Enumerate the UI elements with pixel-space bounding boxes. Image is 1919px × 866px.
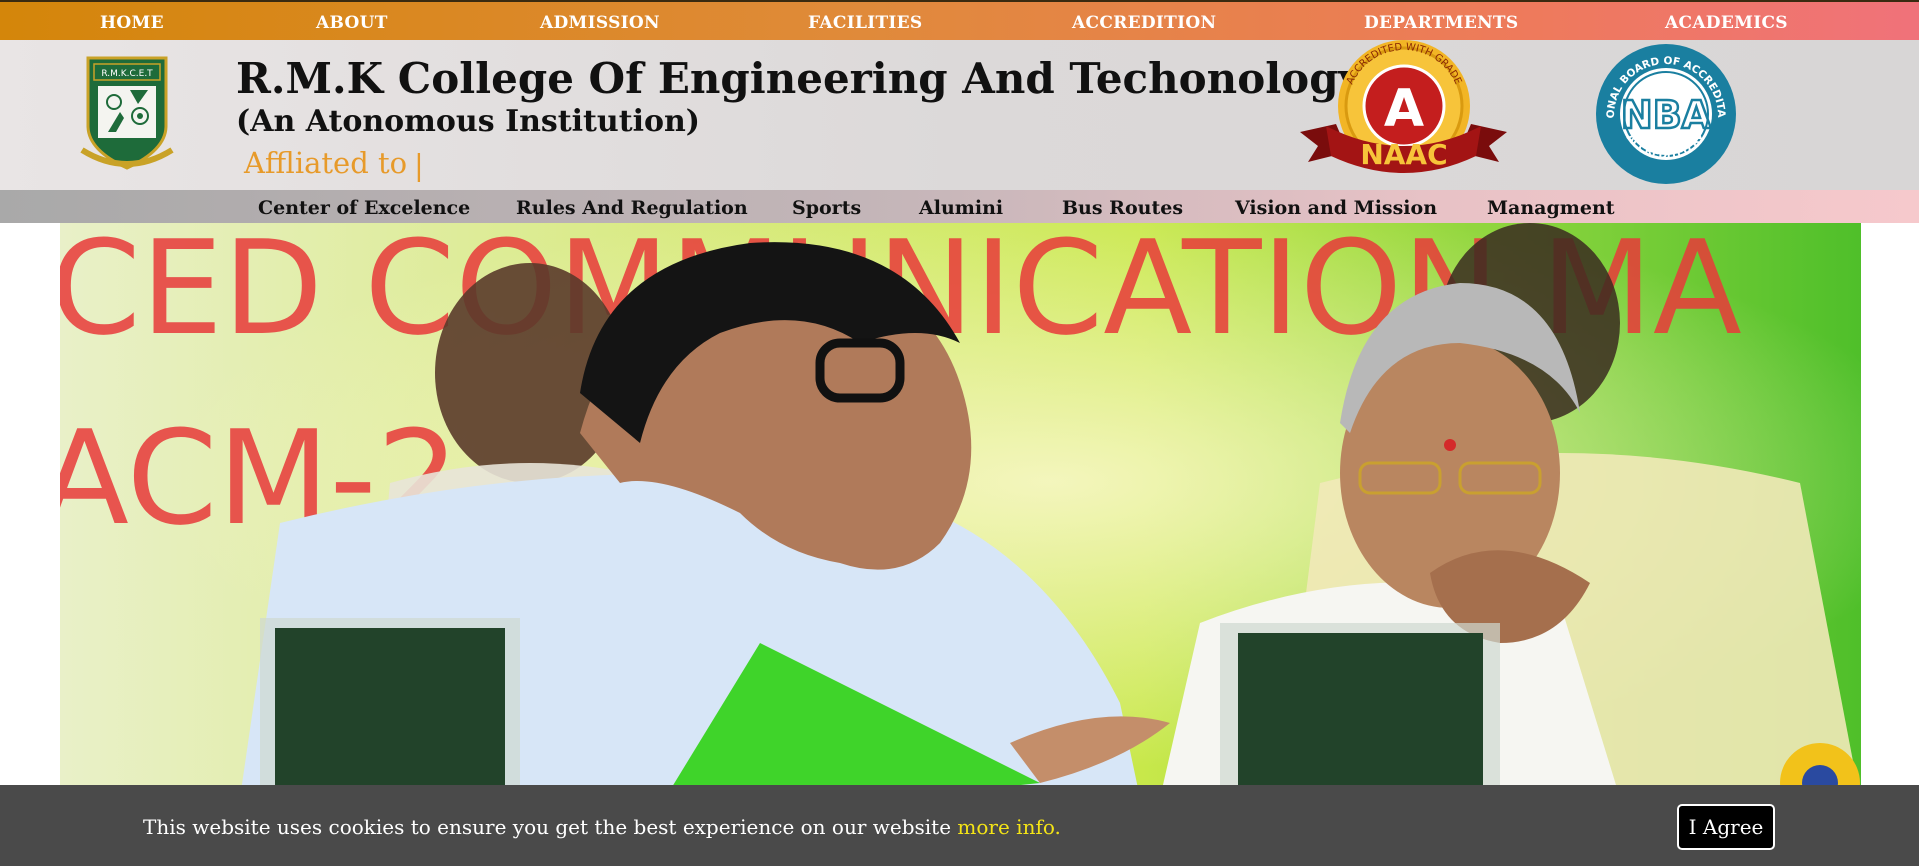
nav-home[interactable]: HOME [100,13,164,33]
cookie-message: This website uses cookies to ensure you … [143,815,1061,839]
cookie-agree-button[interactable]: I Agree [1677,804,1775,850]
college-subtitle: (An Atonomous Institution) [236,104,700,139]
site-header: R.M.K.C.E.T R.M.K College Of Engineering… [0,40,1919,190]
top-navbar: HOME ABOUT ADMISSION FACILITIES ACCREDIT… [0,0,1919,40]
nav-rules-and-regulation[interactable]: Rules And Regulation [516,197,748,219]
nav-vision-and-mission[interactable]: Vision and Mission [1235,197,1437,219]
nav-sports[interactable]: Sports [792,197,861,219]
nav-center-of-excellence[interactable]: Center of Excelence [258,197,470,219]
nav-admission[interactable]: ADMISSION [540,13,660,33]
typing-cursor: | [414,148,424,182]
hero-photo: CED COMMUNICATION MA ACM-2 [60,223,1861,798]
nav-alumni[interactable]: Alumini [919,197,1003,219]
nav-accredition[interactable]: ACCREDITION [1072,13,1216,33]
nav-academics[interactable]: ACADEMICS [1665,13,1788,33]
nav-departments[interactable]: DEPARTMENTS [1364,13,1518,33]
secondary-navbar: Center of Excelence Rules And Regulation… [0,190,1919,223]
naac-badge-icon: ACCREDITED WITH GRADE A NAAC [1300,40,1507,173]
nav-about[interactable]: ABOUT [316,13,388,33]
cookie-consent-bar: This website uses cookies to ensure you … [0,785,1919,866]
college-title: R.M.K College Of Engineering And Techono… [236,54,1363,103]
logo-text: R.M.K.C.E.T [101,69,153,79]
nav-facilities[interactable]: FACILITIES [808,13,923,33]
naac-ribbon-text: NAAC [1360,138,1447,171]
naac-grade: A [1384,79,1424,139]
nav-management[interactable]: Managment [1487,197,1615,219]
affiliated-text: Affliated to [244,146,408,180]
college-logo[interactable]: R.M.K.C.E.T [78,54,176,174]
nba-badge-icon: NATIONAL BOARD OF ACCREDITATION ACCREDIT… [1594,42,1736,184]
nba-letters: NBA [1621,93,1712,137]
hero-banner-image: CED COMMUNICATION MA ACM-2 [60,223,1861,798]
nav-bus-routes[interactable]: Bus Routes [1062,197,1183,219]
cookie-more-info-link[interactable]: more info. [957,815,1061,839]
cookie-message-text: This website uses cookies to ensure you … [143,815,952,839]
